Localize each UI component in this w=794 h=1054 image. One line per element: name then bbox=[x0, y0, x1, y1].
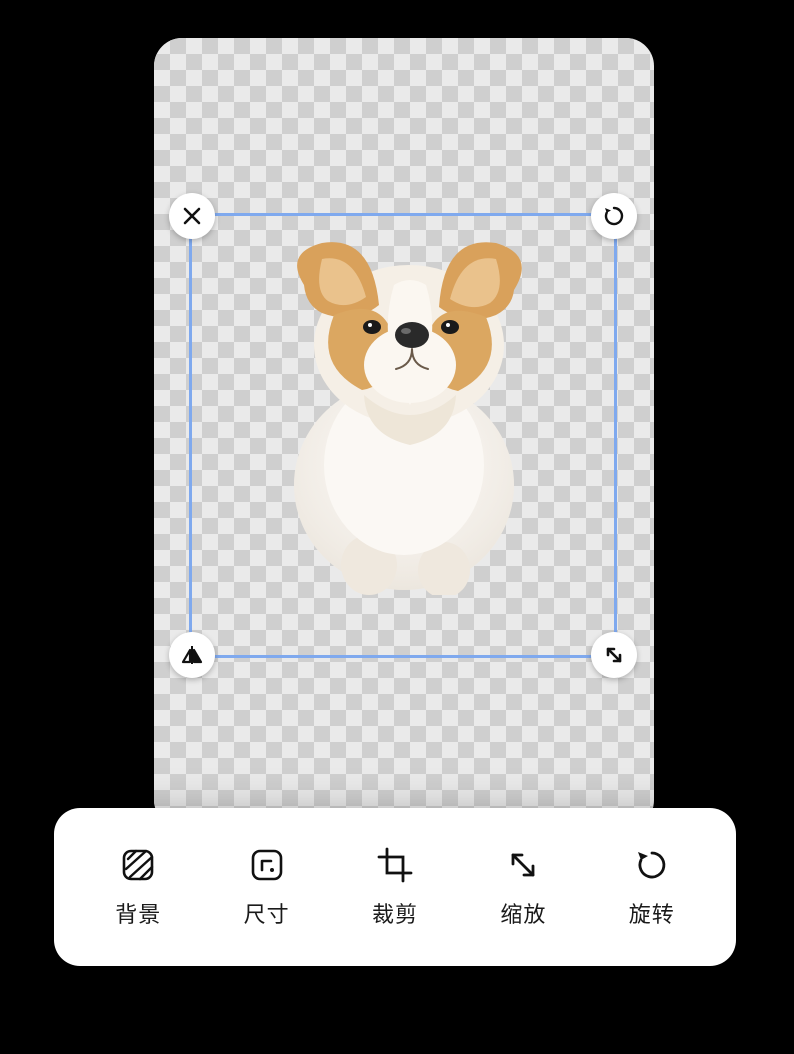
background-icon bbox=[118, 845, 158, 885]
scale-arrow-icon bbox=[602, 643, 626, 667]
tool-rotate[interactable]: 旋转 bbox=[629, 845, 675, 929]
tool-label: 背景 bbox=[115, 897, 161, 929]
bottom-toolbar: 背景 尺寸 裁剪 缩放 bbox=[54, 808, 736, 966]
mirror-icon bbox=[180, 643, 204, 667]
rotate-icon bbox=[632, 845, 672, 885]
tool-crop[interactable]: 裁剪 bbox=[372, 845, 418, 929]
tool-label: 缩放 bbox=[500, 897, 546, 929]
close-icon bbox=[180, 204, 204, 228]
tool-size[interactable]: 尺寸 bbox=[244, 845, 290, 929]
rotate-icon bbox=[602, 204, 626, 228]
transparent-background bbox=[154, 38, 654, 828]
rotate-handle[interactable] bbox=[591, 193, 637, 239]
tool-scale[interactable]: 缩放 bbox=[500, 845, 546, 929]
tool-background[interactable]: 背景 bbox=[115, 845, 161, 929]
canvas-panel bbox=[154, 38, 654, 828]
crop-icon bbox=[375, 845, 415, 885]
selection-frame[interactable] bbox=[189, 213, 617, 658]
mirror-handle[interactable] bbox=[169, 632, 215, 678]
tool-label: 裁剪 bbox=[372, 897, 418, 929]
close-handle[interactable] bbox=[169, 193, 215, 239]
scale-handle[interactable] bbox=[591, 632, 637, 678]
scale-icon bbox=[503, 845, 543, 885]
tool-label: 旋转 bbox=[629, 897, 675, 929]
tool-label: 尺寸 bbox=[244, 897, 290, 929]
size-icon bbox=[247, 845, 287, 885]
